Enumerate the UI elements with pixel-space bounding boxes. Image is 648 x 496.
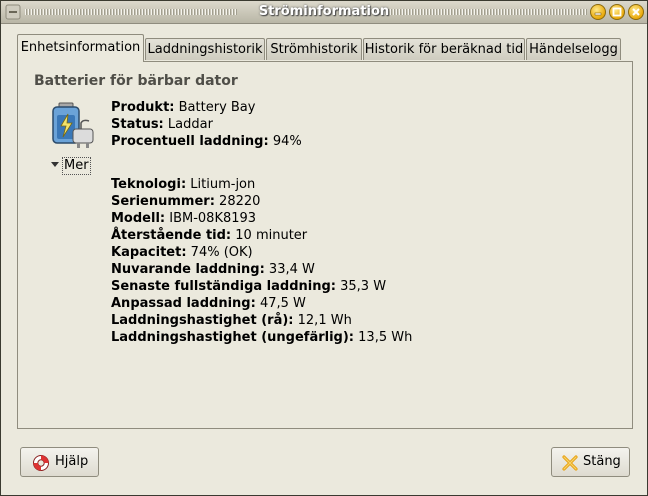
detail-anpassad-laddning: Anpassad laddning: 47,5 W <box>111 296 306 311</box>
window-menu-icon[interactable] <box>5 4 21 20</box>
minimize-icon <box>594 12 602 16</box>
tab-panel <box>17 61 633 429</box>
lifebuoy-icon <box>33 455 49 471</box>
close-button[interactable]: Stäng <box>551 447 630 477</box>
detail-hastighet-ungefarlig: Laddningshastighet (ungefärlig): 13,5 Wh <box>111 330 413 345</box>
tab-historik-beraknad-tid[interactable]: Historik för beräknad tid <box>363 38 525 60</box>
expander-mer[interactable]: Mer <box>62 157 91 175</box>
close-x-icon <box>562 455 578 471</box>
section-title: Batterier för bärbar dator <box>34 73 238 89</box>
help-button-label: Hjälp <box>55 454 89 469</box>
maximize-icon <box>612 7 622 17</box>
help-button[interactable]: Hjälp <box>20 447 99 477</box>
close-button-label: Stäng <box>583 454 621 469</box>
maximize-button[interactable] <box>609 4 625 20</box>
titlebar[interactable]: Ströminformation <box>1 1 647 24</box>
detail-aterstaende-tid: Återstående tid: 10 minuter <box>111 228 308 243</box>
expander-arrow-icon[interactable] <box>50 157 60 171</box>
tab-handelselogg[interactable]: Händelselogg <box>526 38 621 60</box>
detail-serienummer: Serienummer: 28220 <box>111 194 261 209</box>
detail-kapacitet: Kapacitet: 74% (OK) <box>111 245 253 260</box>
detail-hastighet-ra: Laddningshastighet (rå): 12,1 Wh <box>111 313 352 328</box>
detail-senaste-laddning: Senaste fullständiga laddning: 35,3 W <box>111 279 387 294</box>
summary-status: Status: Laddar <box>111 117 213 132</box>
tab-enhetsinformation[interactable]: Enhetsinformation <box>17 34 144 62</box>
battery-charging-icon <box>52 102 94 148</box>
close-window-button[interactable] <box>628 4 644 20</box>
detail-nuvarande-laddning: Nuvarande laddning: 33,4 W <box>111 262 315 277</box>
summary-percentage: Procentuell laddning: 94% <box>111 134 302 149</box>
detail-teknologi: Teknologi: Litium-jon <box>111 177 256 192</box>
power-info-window: Ströminformation Enhetsinformation Laddn… <box>0 0 648 496</box>
minimize-button[interactable] <box>590 4 606 20</box>
summary-product: Produkt: Battery Bay <box>111 100 256 115</box>
close-icon <box>632 8 640 16</box>
tab-laddningshistorik[interactable]: Laddningshistorik <box>145 38 265 60</box>
titlebar-grip-right <box>375 9 587 15</box>
tab-stromhistorik[interactable]: Strömhistorik <box>266 38 362 60</box>
detail-modell: Modell: IBM-08K8193 <box>111 211 257 226</box>
titlebar-grip-left <box>25 9 237 15</box>
